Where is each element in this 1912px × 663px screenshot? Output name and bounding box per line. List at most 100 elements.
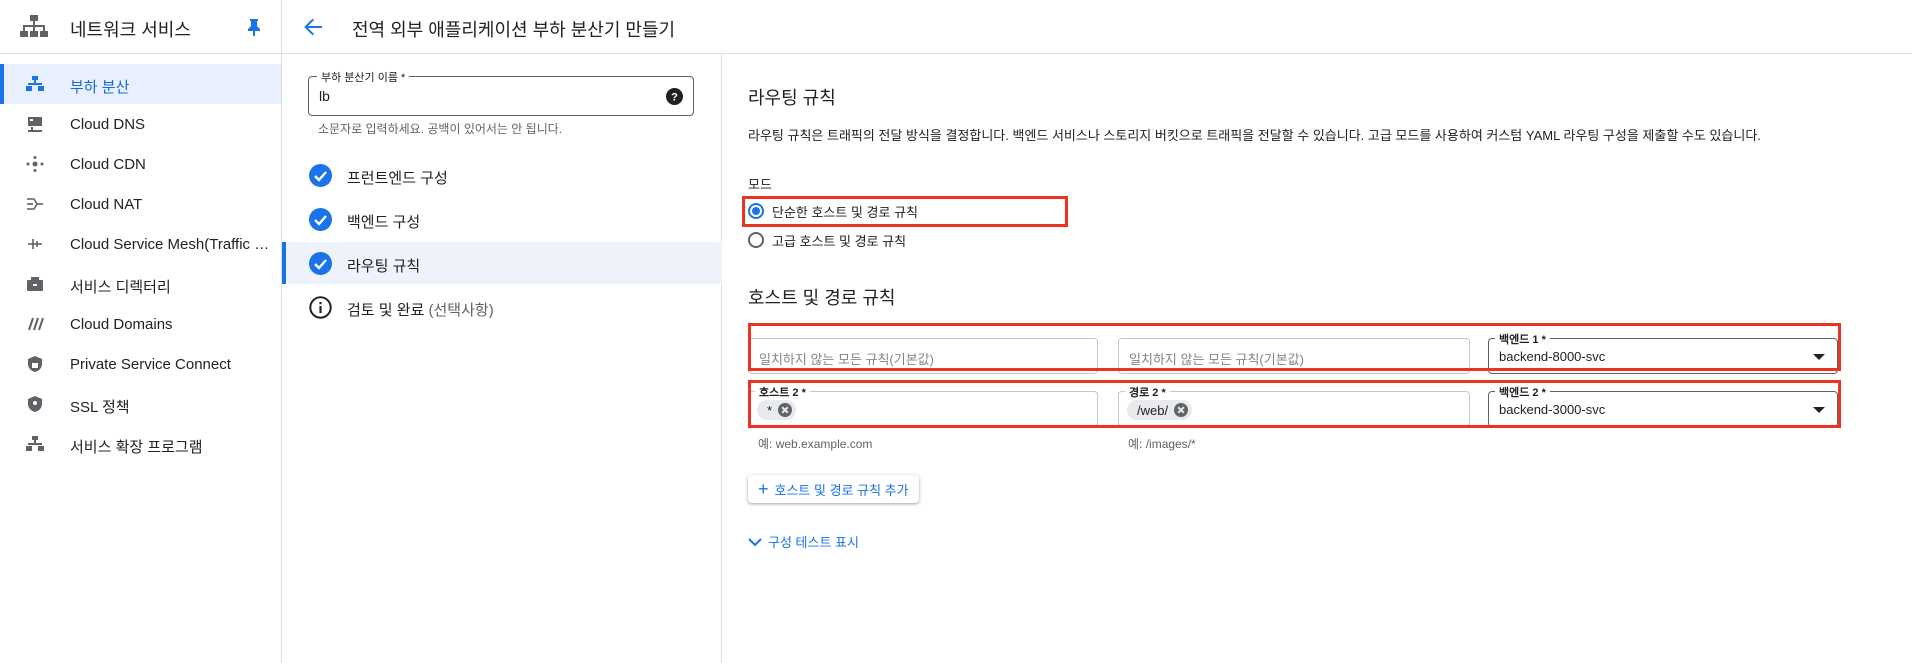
check-circle-icon [309, 164, 332, 187]
sidebar-item-label: Cloud Domains [70, 316, 173, 333]
mode-advanced-radio[interactable]: 고급 호스트 및 경로 규칙 [748, 229, 906, 251]
routing-rules-title: 라우팅 규칙 [748, 88, 836, 108]
step-review[interactable]: 검토 및 완료 (선택사항) [282, 286, 722, 328]
check-circle-icon [309, 252, 332, 275]
sidebar-item-label: Private Service Connect [70, 356, 231, 373]
svg-text:?: ? [671, 92, 678, 104]
sidebar-item-label: 서비스 디렉터리 [70, 279, 171, 296]
sidebar-item-ssl-policy[interactable]: SSL 정책 [0, 384, 281, 424]
step-review-label: 검토 및 완료 [347, 302, 425, 319]
main-panel: 라우팅 규칙 라우팅 규칙은 트래픽의 전달 방식을 결정합니다. 백엔드 서비… [722, 54, 1912, 663]
dropdown-arrow-icon [1813, 354, 1825, 360]
mode-label: 모드 [748, 177, 772, 192]
sidebar-item-service-extensions[interactable]: 서비스 확장 프로그램 [0, 424, 281, 464]
host-path-title: 호스트 및 경로 규칙 [748, 288, 896, 308]
path-1-placeholder: 일치하지 않는 모든 규칙(기본값) [1129, 352, 1304, 367]
mode-advanced-label: 고급 호스트 및 경로 규칙 [772, 233, 907, 249]
host-2-chip: * [757, 400, 797, 420]
backend-2-label: 백엔드 2 * [1495, 384, 1550, 400]
sidebar-item-label: Cloud NAT [70, 196, 143, 213]
host-1-field[interactable]: 일치하지 않는 모든 규칙(기본값) [748, 338, 1098, 374]
sidebar: 네트워크 서비스 부하 분산 Cloud DNS Cloud CDN Cloud… [0, 0, 282, 663]
path-2-field[interactable]: 경로 2 * /web/ [1118, 384, 1470, 427]
step-label: 라우팅 규칙 [347, 258, 421, 275]
step-optional-label: (선택사항) [428, 302, 494, 319]
service-mesh-icon [28, 239, 42, 249]
sidebar-title: 네트워크 서비스 [70, 20, 191, 40]
sidebar-item-cloud-dns[interactable]: Cloud DNS [0, 104, 281, 144]
domains-icon [28, 317, 44, 331]
dropdown-arrow-icon [1813, 407, 1825, 413]
host-2-label: 호스트 2 * [755, 384, 810, 400]
sidebar-item-service-directory[interactable]: 서비스 디렉터리 [0, 264, 281, 304]
backend-1-value: backend-8000-svc [1499, 349, 1606, 364]
lock-shield-icon [28, 356, 42, 372]
backend-1-select[interactable]: 백엔드 1 * backend-8000-svc [1488, 331, 1838, 374]
sidebar-item-label: Cloud CDN [70, 156, 146, 173]
dns-icon [28, 117, 42, 132]
radio-unchecked-icon[interactable] [748, 232, 764, 248]
sidebar-item-private-service-connect[interactable]: Private Service Connect [0, 344, 281, 384]
show-config-test-toggle[interactable]: 구성 테스트 표시 [748, 532, 859, 551]
host-2-chip-text: * [767, 402, 773, 418]
host-1-placeholder: 일치하지 않는 모든 규칙(기본값) [759, 352, 934, 367]
lb-name-hint: 소문자로 입력하세요. 공백이 있어서는 안 됩니다. [318, 122, 563, 136]
add-host-path-rule-button[interactable]: + 호스트 및 경로 규칙 추가 [748, 475, 919, 503]
sidebar-item-label: SSL 정책 [70, 399, 130, 416]
step-backend[interactable]: 백엔드 구성 [282, 198, 722, 240]
lb-name-field[interactable]: 부하 분산기 이름 * lb ? [308, 69, 694, 116]
host-2-hint: 예: web.example.com [758, 437, 873, 451]
path-2-label: 경로 2 * [1125, 384, 1170, 400]
remove-chip-icon[interactable] [778, 403, 793, 417]
mode-simple-radio[interactable]: 단순한 호스트 및 경로 규칙 [748, 200, 918, 222]
cdn-icon [26, 156, 44, 172]
help-icon[interactable]: ? [666, 88, 683, 105]
sidebar-item-service-mesh[interactable]: Cloud Service Mesh(Traffic Director) [0, 224, 281, 264]
sidebar-item-cloud-domains[interactable]: Cloud Domains [0, 304, 281, 344]
info-icon [309, 296, 332, 319]
step-label: 백엔드 구성 [347, 214, 421, 231]
step-frontend[interactable]: 프런트엔드 구성 [282, 154, 722, 196]
nat-icon [27, 198, 43, 210]
host-2-field[interactable]: 호스트 2 * * [748, 384, 1098, 427]
shield-icon [28, 396, 42, 412]
chevron-down-icon [748, 537, 762, 546]
show-test-label: 구성 테스트 표시 [768, 535, 859, 550]
step-routing-rules[interactable]: 라우팅 규칙 [282, 242, 722, 284]
service-extensions-icon [26, 436, 44, 451]
back-arrow-icon[interactable] [302, 16, 324, 38]
backend-2-select[interactable]: 백엔드 2 * backend-3000-svc [1488, 384, 1838, 427]
path-1-field[interactable]: 일치하지 않는 모든 규칙(기본값) [1118, 338, 1470, 374]
wizard-steps: 부하 분산기 이름 * lb ? 소문자로 입력하세요. 공백이 있어서는 안 … [282, 54, 722, 663]
network-services-icon [20, 15, 48, 37]
sidebar-item-cloud-cdn[interactable]: Cloud CDN [0, 144, 281, 184]
lb-name-label: 부하 분산기 이름 * [317, 69, 410, 85]
service-directory-icon [27, 277, 43, 291]
check-circle-icon [309, 208, 332, 231]
sidebar-item-label: Cloud Service Mesh(Traffic Director) [70, 236, 270, 253]
page-header: 전역 외부 애플리케이션 부하 분산기 만들기 [282, 0, 1912, 54]
load-balancing-icon [26, 76, 44, 91]
sidebar-item-load-balancing[interactable]: 부하 분산 [0, 64, 281, 104]
sidebar-item-label: Cloud DNS [70, 116, 146, 133]
sidebar-header: 네트워크 서비스 [0, 0, 281, 54]
path-2-chip-text: /web/ [1137, 402, 1169, 418]
pin-icon[interactable] [246, 18, 262, 36]
lb-name-value: lb [319, 88, 330, 104]
add-rule-label: 호스트 및 경로 규칙 추가 [774, 482, 909, 498]
routing-rules-description: 라우팅 규칙은 트래픽의 전달 방식을 결정합니다. 백엔드 서비스나 스토리지… [748, 128, 1761, 143]
remove-chip-icon[interactable] [1174, 403, 1189, 417]
step-label: 검토 및 완료 (선택사항) [347, 299, 494, 320]
sidebar-item-cloud-nat[interactable]: Cloud NAT [0, 184, 281, 224]
plus-icon: + [758, 479, 769, 499]
sidebar-item-label: 서비스 확장 프로그램 [70, 439, 203, 456]
backend-2-value: backend-3000-svc [1499, 402, 1606, 417]
sidebar-item-label: 부하 분산 [70, 79, 130, 96]
page-title: 전역 외부 애플리케이션 부하 분산기 만들기 [352, 20, 676, 40]
mode-simple-label: 단순한 호스트 및 경로 규칙 [772, 204, 919, 220]
step-label: 프런트엔드 구성 [347, 170, 448, 187]
backend-1-label: 백엔드 1 * [1495, 331, 1550, 347]
radio-checked-icon[interactable] [748, 203, 764, 219]
path-2-chip: /web/ [1127, 400, 1193, 420]
path-2-hint: 예: /images/* [1128, 437, 1196, 451]
